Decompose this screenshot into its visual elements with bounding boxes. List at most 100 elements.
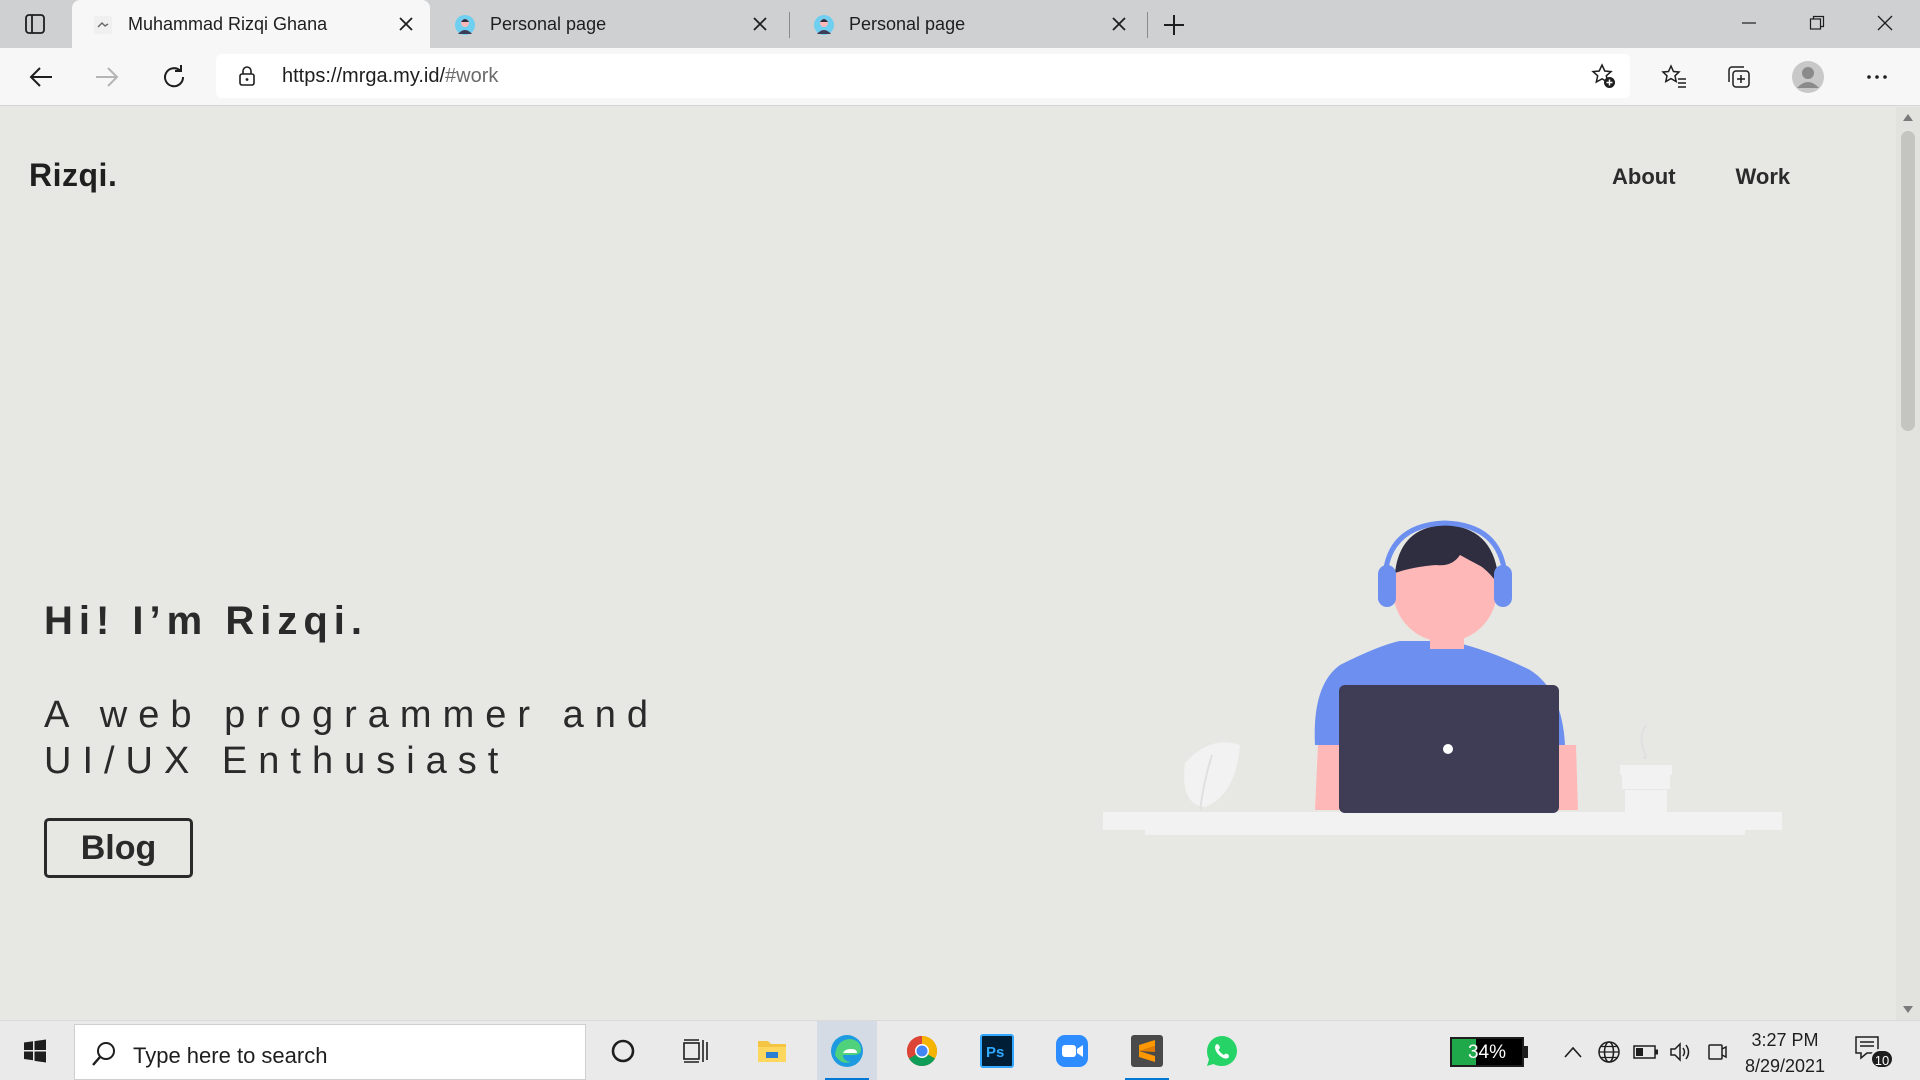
title-bar: Muhammad Rizqi Ghana Personal page Perso…	[0, 0, 1920, 48]
tab-personal-page-1[interactable]: Personal page	[434, 0, 784, 48]
address-bar[interactable]: https://mrga.my.id/#work	[216, 54, 1630, 98]
url-host: https://mrga.my.id/	[282, 65, 446, 87]
site-nav: About Work	[1612, 164, 1790, 190]
forward-button[interactable]	[86, 56, 128, 98]
chrome-taskbar-button[interactable]	[892, 1021, 952, 1080]
refresh-icon	[164, 65, 185, 88]
restore-button[interactable]	[1782, 0, 1852, 46]
file-explorer-icon	[758, 1041, 786, 1062]
site-favicon-icon	[92, 14, 114, 36]
back-button[interactable]	[20, 56, 62, 98]
collections-icon	[1728, 66, 1750, 88]
ellipsis-icon	[1867, 75, 1887, 79]
battery-label: 34%	[1467, 1042, 1507, 1063]
taskbar-search-box[interactable]: Type here to search	[74, 1024, 586, 1080]
laptop-logo-dot	[1443, 744, 1453, 754]
plant-leaf-shape	[1184, 742, 1240, 807]
tab-active[interactable]: Muhammad Rizqi Ghana	[72, 0, 430, 48]
collections-button[interactable]	[1718, 56, 1760, 98]
web-page: Rizqi. About Work Hi! I’m Rizqi. A web p…	[0, 107, 1896, 1020]
clock-time: 3:27 PM	[1751, 1030, 1819, 1050]
network-button[interactable]	[1596, 1039, 1622, 1065]
tab-actions-icon	[25, 14, 45, 34]
edge-taskbar-button[interactable]	[817, 1021, 877, 1080]
cup-lid-shape	[1620, 765, 1672, 775]
headphones-left-cup-shape	[1378, 565, 1396, 607]
globe-icon	[1598, 1041, 1620, 1063]
svg-text:Ps: Ps	[986, 1044, 1004, 1061]
file-explorer-button[interactable]	[742, 1021, 802, 1080]
battery-tray-button[interactable]	[1633, 1039, 1659, 1065]
zoom-icon	[1056, 1035, 1088, 1067]
close-icon	[1877, 15, 1893, 31]
scroll-up-arrow-icon[interactable]	[1903, 113, 1913, 121]
action-center-button[interactable]: 10	[1854, 1035, 1894, 1071]
task-view-button[interactable]	[666, 1021, 726, 1080]
url-path: #work	[445, 65, 499, 87]
cup-base-shape	[1625, 790, 1667, 812]
photoshop-taskbar-button[interactable]: Ps	[967, 1021, 1027, 1080]
profile-avatar-icon	[1792, 61, 1824, 93]
volume-button[interactable]	[1668, 1039, 1694, 1065]
headphones-right-cup-shape	[1494, 565, 1512, 607]
lock-icon[interactable]	[236, 65, 258, 87]
speaker-icon	[1670, 1042, 1690, 1062]
hero-title: Hi! I’m Rizqi.	[44, 599, 368, 643]
add-favorite-icon[interactable]	[1590, 63, 1616, 89]
system-clock[interactable]: 3:27 PM 8/29/2021	[1730, 1027, 1840, 1079]
favorites-icon	[1661, 64, 1686, 88]
tab-close-icon[interactable]	[394, 12, 418, 36]
tab-separator	[789, 12, 790, 38]
desk-shape	[1103, 812, 1782, 830]
profile-button[interactable]	[1787, 56, 1829, 98]
input-indicator-button[interactable]	[1704, 1039, 1730, 1065]
cup-body-shape	[1622, 775, 1670, 789]
sublime-text-icon	[1131, 1035, 1163, 1067]
tab-separator	[1147, 12, 1148, 38]
task-view-icon	[683, 1039, 708, 1063]
sublime-text-taskbar-button[interactable]	[1117, 1021, 1177, 1080]
tab-close-icon[interactable]	[748, 12, 772, 36]
left-arm-shape	[1315, 745, 1342, 810]
scroll-down-arrow-icon[interactable]	[1903, 1006, 1913, 1014]
avatar-favicon-icon	[454, 14, 476, 36]
cortana-icon	[611, 1039, 635, 1063]
close-window-button[interactable]	[1850, 0, 1920, 46]
chrome-icon	[906, 1036, 938, 1067]
site-logo[interactable]: Rizqi.	[29, 157, 117, 194]
tab-personal-page-2[interactable]: Personal page	[793, 0, 1143, 48]
tab-close-icon[interactable]	[1107, 12, 1131, 36]
url-text: https://mrga.my.id/#work	[282, 65, 498, 88]
cortana-button[interactable]	[593, 1021, 653, 1080]
zoom-taskbar-button[interactable]	[1042, 1021, 1102, 1080]
blog-button[interactable]: Blog	[44, 818, 193, 878]
avatar-favicon-icon	[813, 14, 835, 36]
battery-percent-badge[interactable]: 34%	[1450, 1037, 1524, 1067]
clock-date: 8/29/2021	[1744, 1056, 1826, 1076]
new-tab-button[interactable]	[1157, 8, 1191, 42]
page-scrollbar[interactable]	[1896, 107, 1920, 1020]
refresh-button[interactable]	[153, 56, 195, 98]
whatsapp-taskbar-button[interactable]	[1192, 1021, 1252, 1080]
arrow-right-icon	[96, 67, 119, 87]
show-hidden-icons-button[interactable]	[1560, 1039, 1586, 1065]
more-options-button[interactable]	[1856, 56, 1898, 98]
edge-icon	[831, 1035, 863, 1067]
start-button[interactable]	[0, 1021, 70, 1080]
arrow-left-icon	[29, 67, 52, 87]
tab-actions-button[interactable]	[10, 8, 60, 40]
chevron-up-icon	[1564, 1046, 1582, 1058]
tab-title: Personal page	[849, 14, 966, 34]
whatsapp-icon	[1207, 1036, 1237, 1066]
battery-nub	[1524, 1046, 1528, 1058]
favorites-button[interactable]	[1653, 56, 1695, 98]
projection-icon	[1708, 1044, 1727, 1060]
minimize-button[interactable]	[1714, 0, 1784, 46]
nav-link-work[interactable]: Work	[1736, 164, 1791, 190]
search-placeholder: Type here to search	[133, 1043, 328, 1068]
hero-subtitle: A web programmer and UI/UX Enthusiast	[44, 694, 659, 782]
nav-link-about[interactable]: About	[1612, 164, 1676, 190]
scrollbar-thumb[interactable]	[1901, 131, 1915, 431]
search-icon	[92, 1042, 115, 1066]
plus-icon	[1164, 15, 1184, 35]
